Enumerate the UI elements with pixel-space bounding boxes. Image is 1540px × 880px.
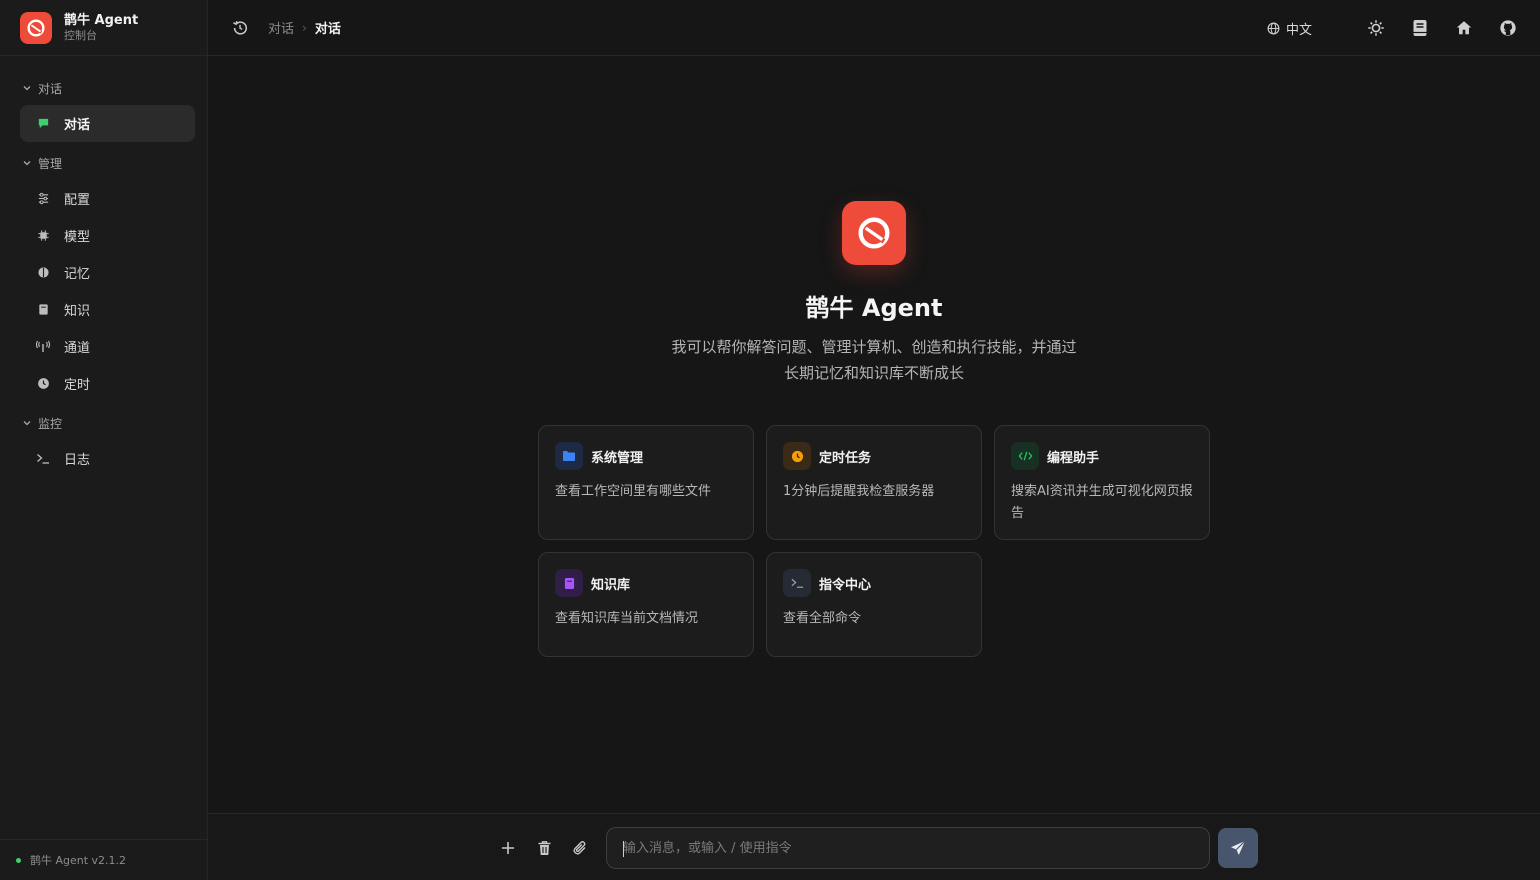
chip-icon: [36, 229, 50, 243]
sidebar-item-channels[interactable]: 通道: [20, 328, 195, 365]
new-chat-plus-icon[interactable]: [498, 838, 518, 858]
sidebar-item-label: 模型: [64, 230, 91, 245]
github-icon[interactable]: [1498, 18, 1518, 38]
terminal-icon: [36, 452, 50, 466]
brand[interactable]: 鹊牛 Agent 控制台: [0, 0, 207, 56]
composer: [208, 813, 1540, 880]
card-description: 搜索AI资讯并生成可视化网页报告: [1011, 484, 1193, 521]
brand-title: 鹊牛 Agent: [64, 13, 139, 29]
brand-logo: [20, 11, 52, 44]
theme-toggle-sun-icon[interactable]: [1366, 18, 1386, 38]
card-description: 1分钟后提醒我检查服务器: [783, 484, 935, 499]
topbar: 对话 › 对话 中文: [208, 0, 1540, 56]
status-dot: [16, 857, 21, 863]
sidebar-item-label: 日志: [64, 453, 91, 468]
sidebar-item-label: 知识: [64, 304, 91, 319]
globe-icon: [1267, 22, 1280, 34]
version-label: 鹊牛 Agent v2.1.2: [30, 854, 127, 867]
card-description: 查看知识库当前文档情况: [555, 611, 699, 626]
hero-logo: [842, 201, 906, 265]
clear-trash-icon[interactable]: [534, 838, 554, 858]
chat-icon: [36, 117, 50, 131]
folder-icon: [555, 442, 583, 470]
breadcrumb-parent[interactable]: 对话: [268, 18, 294, 37]
suggestion-card-system[interactable]: 系统管理 查看工作空间里有哪些文件: [538, 425, 754, 540]
sidebar-item-chat[interactable]: 对话: [20, 105, 195, 142]
brand-subtitle: 控制台: [64, 28, 97, 42]
card-description: 查看工作空间里有哪些文件: [555, 484, 712, 499]
card-description: 查看全部命令: [783, 611, 862, 626]
sidebar-item-memory[interactable]: 记忆: [20, 254, 195, 291]
card-title: 系统管理: [591, 450, 644, 466]
sliders-icon: [36, 192, 50, 206]
sidebar-item-knowledge[interactable]: 知识: [20, 291, 195, 328]
clock-icon: [36, 377, 50, 391]
group-label: 管理: [38, 156, 63, 171]
send-button[interactable]: [1218, 828, 1258, 868]
group-manage[interactable]: 管理: [0, 152, 207, 174]
hero-description: 我可以帮你解答问题、管理计算机、创造和执行技能，并通过 长期记忆和知识库不断成长: [608, 334, 1140, 386]
sidebar-item-label: 对话: [64, 118, 91, 133]
clock-icon: [783, 442, 811, 470]
attach-paperclip-icon[interactable]: [570, 838, 590, 858]
group-monitor[interactable]: 监控: [0, 412, 207, 434]
sidebar-item-logs[interactable]: 日志: [20, 440, 195, 477]
sidebar-item-label: 记忆: [64, 267, 91, 282]
hero-description-line: 我可以帮你解答问题、管理计算机、创造和执行技能，并通过: [671, 338, 1077, 356]
group-label: 监控: [38, 416, 63, 431]
send-icon: [1231, 840, 1246, 855]
docs-book-icon[interactable]: [1410, 18, 1430, 38]
card-title: 定时任务: [819, 450, 872, 466]
message-input[interactable]: [607, 828, 1209, 868]
history-icon[interactable]: [230, 18, 250, 38]
text-caret: [623, 841, 624, 857]
message-input-box[interactable]: [606, 827, 1210, 869]
group-chat[interactable]: 对话: [0, 77, 207, 99]
sidebar-item-schedule[interactable]: 定时: [20, 365, 195, 402]
sidebar-item-label: 通道: [64, 341, 91, 356]
brain-icon: [36, 266, 50, 280]
language-switch[interactable]: 中文: [1267, 19, 1312, 38]
book-icon: [36, 303, 50, 317]
sidebar-item-models[interactable]: 模型: [20, 217, 195, 254]
sidebar-item-config[interactable]: 配置: [20, 180, 195, 217]
suggestion-card-commands[interactable]: 指令中心 查看全部命令: [766, 552, 982, 657]
breadcrumb: 对话 › 对话: [268, 18, 341, 38]
breadcrumb-separator-icon: ›: [302, 20, 307, 35]
suggestion-card-schedule[interactable]: 定时任务 1分钟后提醒我检查服务器: [766, 425, 982, 540]
sidebar: 鹊牛 Agent 控制台 对话 对话 管理 配置 模型 记忆 知识 通道 定时: [0, 0, 208, 880]
version-footer: 鹊牛 Agent v2.1.2: [0, 839, 208, 880]
chevron-down-icon: [23, 421, 31, 426]
card-title: 编程助手: [1047, 450, 1100, 466]
chevron-down-icon: [23, 86, 31, 91]
sidebar-item-label: 配置: [64, 193, 91, 208]
breadcrumb-current: 对话: [314, 22, 341, 37]
language-label: 中文: [1285, 22, 1312, 38]
home-icon[interactable]: [1454, 18, 1474, 38]
book-icon: [555, 569, 583, 597]
card-title: 指令中心: [819, 577, 872, 593]
suggestion-card-coding[interactable]: 编程助手 搜索AI资讯并生成可视化网页报告: [994, 425, 1210, 540]
sidebar-item-label: 定时: [64, 378, 91, 393]
code-icon: [1011, 442, 1039, 470]
hero-description-line: 长期记忆和知识库不断成长: [783, 364, 964, 382]
chevron-down-icon: [23, 161, 31, 166]
antenna-icon: [36, 340, 50, 354]
suggestion-card-knowledge[interactable]: 知识库 查看知识库当前文档情况: [538, 552, 754, 657]
card-title: 知识库: [591, 577, 631, 593]
group-label: 对话: [38, 81, 63, 96]
terminal-icon: [783, 569, 811, 597]
hero-title: 鹊牛 Agent: [805, 294, 943, 322]
